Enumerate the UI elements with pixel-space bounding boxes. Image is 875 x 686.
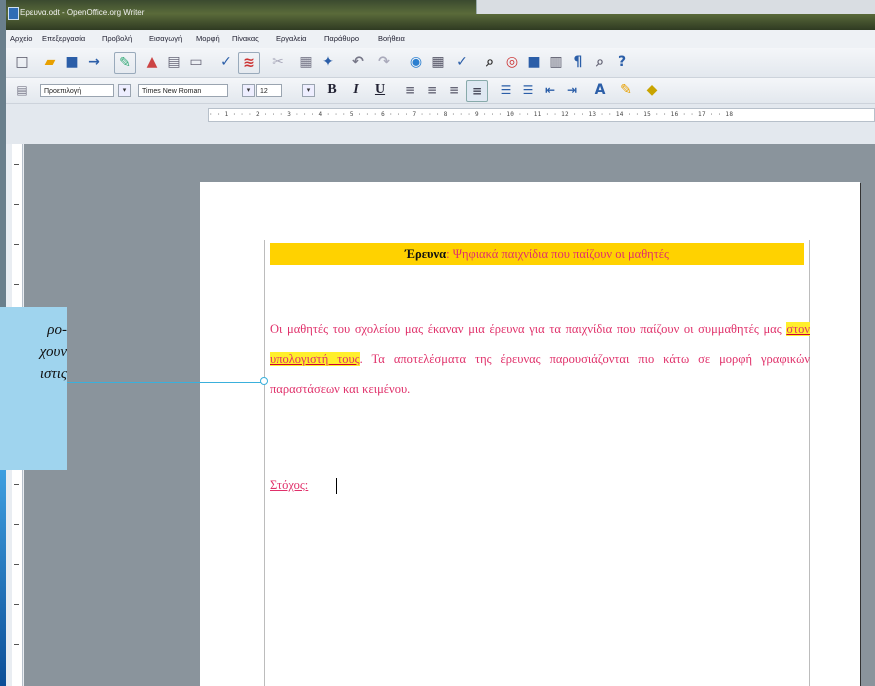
background-window bbox=[476, 0, 875, 14]
navigator-icon[interactable]: ◎ bbox=[502, 52, 522, 72]
annotation-callout: ρο- χουν ιστις bbox=[0, 307, 67, 470]
ruler-row: · · 1 · · · 2 · · · 3 · · · 4 · · · 5 · … bbox=[6, 104, 875, 144]
menu-edit[interactable]: Επεξεργασία bbox=[42, 34, 85, 43]
paragraph-text-start: Οι μαθητές του σχολείου μας έκαναν μια έ… bbox=[270, 322, 787, 336]
menu-window[interactable]: Παράθυρο bbox=[324, 34, 359, 43]
font-color-icon[interactable]: A bbox=[590, 80, 610, 100]
redo-icon[interactable]: ↷ bbox=[374, 52, 394, 72]
menu-view[interactable]: Προβολή bbox=[102, 34, 132, 43]
callout-text: ρο- χουν ιστις bbox=[39, 322, 67, 382]
format-paintbrush-icon[interactable]: ✦ bbox=[318, 52, 338, 72]
size-dropdown-icon[interactable]: ▾ bbox=[302, 84, 315, 97]
bullets-icon[interactable]: ☰ bbox=[518, 80, 538, 100]
goal-label[interactable]: Στόχος: bbox=[270, 478, 308, 493]
open-folder-icon[interactable]: ▰ bbox=[40, 52, 60, 72]
style-dropdown-icon[interactable]: ▾ bbox=[118, 84, 131, 97]
print-icon[interactable]: ▤ bbox=[164, 52, 184, 72]
text-area-boundary bbox=[264, 240, 810, 686]
datasources-icon[interactable]: ▥ bbox=[546, 52, 566, 72]
undo-icon[interactable]: ↶ bbox=[348, 52, 368, 72]
horizontal-ruler[interactable]: · · 1 · · · 2 · · · 3 · · · 4 · · · 5 · … bbox=[208, 108, 875, 122]
menu-format[interactable]: Μορφή bbox=[196, 34, 220, 43]
menu-insert[interactable]: Εισαγωγή bbox=[149, 34, 182, 43]
menu-help[interactable]: Βοήθεια bbox=[378, 34, 405, 43]
cut-icon[interactable]: ✂ bbox=[268, 52, 288, 72]
body-paragraph[interactable]: Οι μαθητές του σχολείου μας έκαναν μια έ… bbox=[270, 314, 810, 404]
desktop-background bbox=[0, 470, 6, 686]
menu-file[interactable]: Αρχείο bbox=[10, 34, 32, 43]
italic-button[interactable]: I bbox=[346, 80, 366, 100]
document-heading[interactable]: Έρευνα: Ψηφιακά παιχνίδια που παίζουν οι… bbox=[270, 243, 804, 265]
increase-indent-icon[interactable]: ⇥ bbox=[562, 80, 582, 100]
zoom-icon[interactable]: ⌕ bbox=[590, 52, 610, 72]
align-right-icon[interactable]: ≡ bbox=[444, 80, 464, 100]
page-preview-icon[interactable]: ▭ bbox=[186, 52, 206, 72]
underline-button[interactable]: U bbox=[370, 80, 390, 100]
gallery-icon[interactable]: ■ bbox=[524, 52, 544, 72]
heading-keyword: Έρευνα bbox=[405, 247, 447, 261]
text-cursor bbox=[336, 478, 337, 494]
show-draw-icon[interactable]: ✓ bbox=[452, 52, 472, 72]
font-dropdown-icon[interactable]: ▾ bbox=[242, 84, 255, 97]
standard-toolbar: □ ▰ ■ → ✎ ▲ ▤ ▭ ✓ ≋ ✂ ▦ ✦ ↶ ↷ ◉ ▦ ✓ ⌕ ◎ … bbox=[6, 48, 875, 78]
find-replace-icon[interactable]: ⌕ bbox=[480, 52, 500, 72]
save-icon[interactable]: ■ bbox=[62, 52, 82, 72]
highlighting-icon[interactable]: ✎ bbox=[616, 80, 636, 100]
styles-formatting-icon[interactable]: ▤ bbox=[12, 80, 32, 100]
font-size-select[interactable]: 12 bbox=[256, 84, 282, 97]
bold-button[interactable]: B bbox=[322, 80, 342, 100]
justify-icon[interactable]: ≡ bbox=[466, 80, 488, 102]
align-left-icon[interactable]: ≡ bbox=[400, 80, 420, 100]
decrease-indent-icon[interactable]: ⇤ bbox=[540, 80, 560, 100]
menu-bar: Αρχείο Επεξεργασία Προβολή Εισαγωγή Μορφ… bbox=[6, 30, 875, 49]
table-icon[interactable]: ▦ bbox=[428, 52, 448, 72]
align-center-icon[interactable]: ≡ bbox=[422, 80, 442, 100]
spellcheck-icon[interactable]: ✓ bbox=[216, 52, 236, 72]
new-document-icon[interactable]: □ bbox=[12, 52, 32, 72]
window-title: Ερευνα.odt - OpenOffice.org Writer bbox=[20, 8, 145, 17]
export-pdf-icon[interactable]: ▲ bbox=[142, 52, 162, 72]
help-icon[interactable]: ? bbox=[612, 52, 632, 72]
menu-table[interactable]: Πίνακας bbox=[232, 34, 259, 43]
paragraph-style-select[interactable]: Προεπιλογή bbox=[40, 84, 114, 97]
callout-leader-line bbox=[67, 382, 266, 383]
menu-tools[interactable]: Εργαλεία bbox=[276, 34, 306, 43]
formatting-toolbar: ▤ Προεπιλογή ▾ Times New Roman ▾ 12 ▾ B … bbox=[6, 78, 875, 104]
font-name-select[interactable]: Times New Roman bbox=[138, 84, 228, 97]
title-bar: Ερευνα.odt - OpenOffice.org Writer bbox=[6, 0, 875, 30]
autospellcheck-icon[interactable]: ≋ bbox=[238, 52, 260, 74]
writer-app-icon bbox=[8, 7, 19, 20]
background-color-icon[interactable]: ◆ bbox=[642, 80, 662, 100]
nonprinting-chars-icon[interactable]: ¶ bbox=[568, 52, 588, 72]
numbering-icon[interactable]: ☰ bbox=[496, 80, 516, 100]
hyperlink-icon[interactable]: ◉ bbox=[406, 52, 426, 72]
paste-icon[interactable]: ▦ bbox=[296, 52, 316, 72]
send-mail-icon[interactable]: → bbox=[84, 52, 104, 72]
edit-file-icon[interactable]: ✎ bbox=[114, 52, 136, 74]
heading-text: : Ψηφιακά παιχνίδια που παίζουν οι μαθητ… bbox=[446, 247, 669, 261]
callout-anchor-dot bbox=[260, 377, 268, 385]
